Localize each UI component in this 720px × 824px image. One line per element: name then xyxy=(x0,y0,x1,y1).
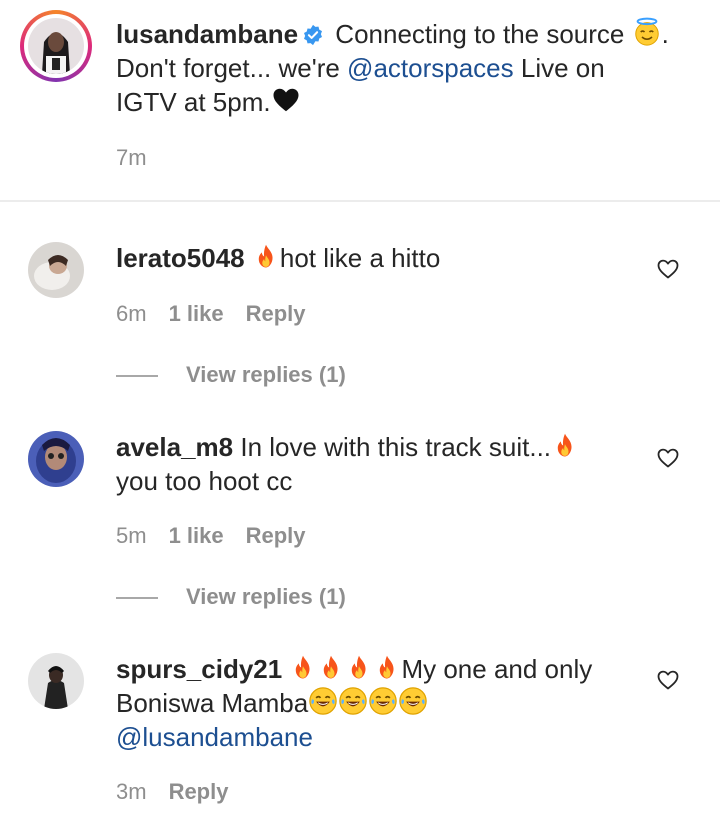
comment-username[interactable]: avela_m8 xyxy=(116,432,233,462)
comment-likes-link[interactable]: 1 like xyxy=(169,523,224,548)
replies-divider-line xyxy=(116,597,158,600)
comment-timestamp: 3m xyxy=(116,779,147,804)
caption-text-line3: IGTV at 5pm. xyxy=(116,87,271,117)
tears-of-joy-emoji-icon xyxy=(398,686,428,716)
fire-emoji-icon xyxy=(551,432,579,460)
tears-of-joy-emoji-icon xyxy=(308,686,338,716)
caption-username[interactable]: lusandambane xyxy=(116,19,298,49)
commenter-avatar[interactable] xyxy=(28,653,84,709)
tears-of-joy-emoji-icon xyxy=(368,686,398,716)
fire-emoji-icon xyxy=(252,243,280,271)
fire-emoji-icon xyxy=(289,654,317,682)
comment-text: hot like a hitto xyxy=(279,243,441,273)
comment-timestamp: 6m xyxy=(116,301,147,326)
comment-text: In love with this track suit... xyxy=(240,432,552,462)
view-replies-button[interactable]: View replies (1) xyxy=(116,584,346,610)
reply-button[interactable]: Reply xyxy=(169,779,229,804)
black-heart-emoji-icon xyxy=(273,88,299,112)
comment-username[interactable]: lerato5048 xyxy=(116,243,245,273)
comment-text: My one and only xyxy=(401,654,593,684)
caption-mention-link[interactable]: @actorspaces xyxy=(347,53,514,83)
post-caption: lusandambane Connecting to the source . … xyxy=(0,0,720,200)
view-replies-button[interactable]: View replies (1) xyxy=(116,362,346,388)
comment-text-line2: Boniswa Mamba xyxy=(116,688,309,718)
reply-button[interactable]: Reply xyxy=(246,523,306,548)
reply-button[interactable]: Reply xyxy=(246,301,306,326)
fire-emoji-icon xyxy=(373,654,401,682)
comment-timestamp: 5m xyxy=(116,523,147,548)
verified-badge-icon xyxy=(304,24,323,46)
fire-emoji-icon xyxy=(317,654,345,682)
commenter-avatar[interactable] xyxy=(28,431,84,487)
caption-timestamp: 7m xyxy=(116,145,147,170)
comment-text-line2: you too hoot cc xyxy=(116,466,293,496)
replies-divider-line xyxy=(116,375,158,378)
heart-outline-icon[interactable] xyxy=(656,668,680,692)
fire-emoji-icon xyxy=(345,654,373,682)
tears-of-joy-emoji-icon xyxy=(338,686,368,716)
commenter-avatar[interactable] xyxy=(28,242,84,298)
comment-mention-link[interactable]: @lusandambane xyxy=(116,722,313,752)
halo-emoji-icon xyxy=(634,17,659,46)
heart-outline-icon[interactable] xyxy=(656,257,680,281)
caption-text: Connecting to the source xyxy=(335,19,625,49)
author-avatar[interactable] xyxy=(20,10,92,82)
comment-likes-link[interactable]: 1 like xyxy=(169,301,224,326)
heart-outline-icon[interactable] xyxy=(656,446,680,470)
caption-divider xyxy=(0,200,720,202)
comment-username[interactable]: spurs_cidy21 xyxy=(116,654,282,684)
